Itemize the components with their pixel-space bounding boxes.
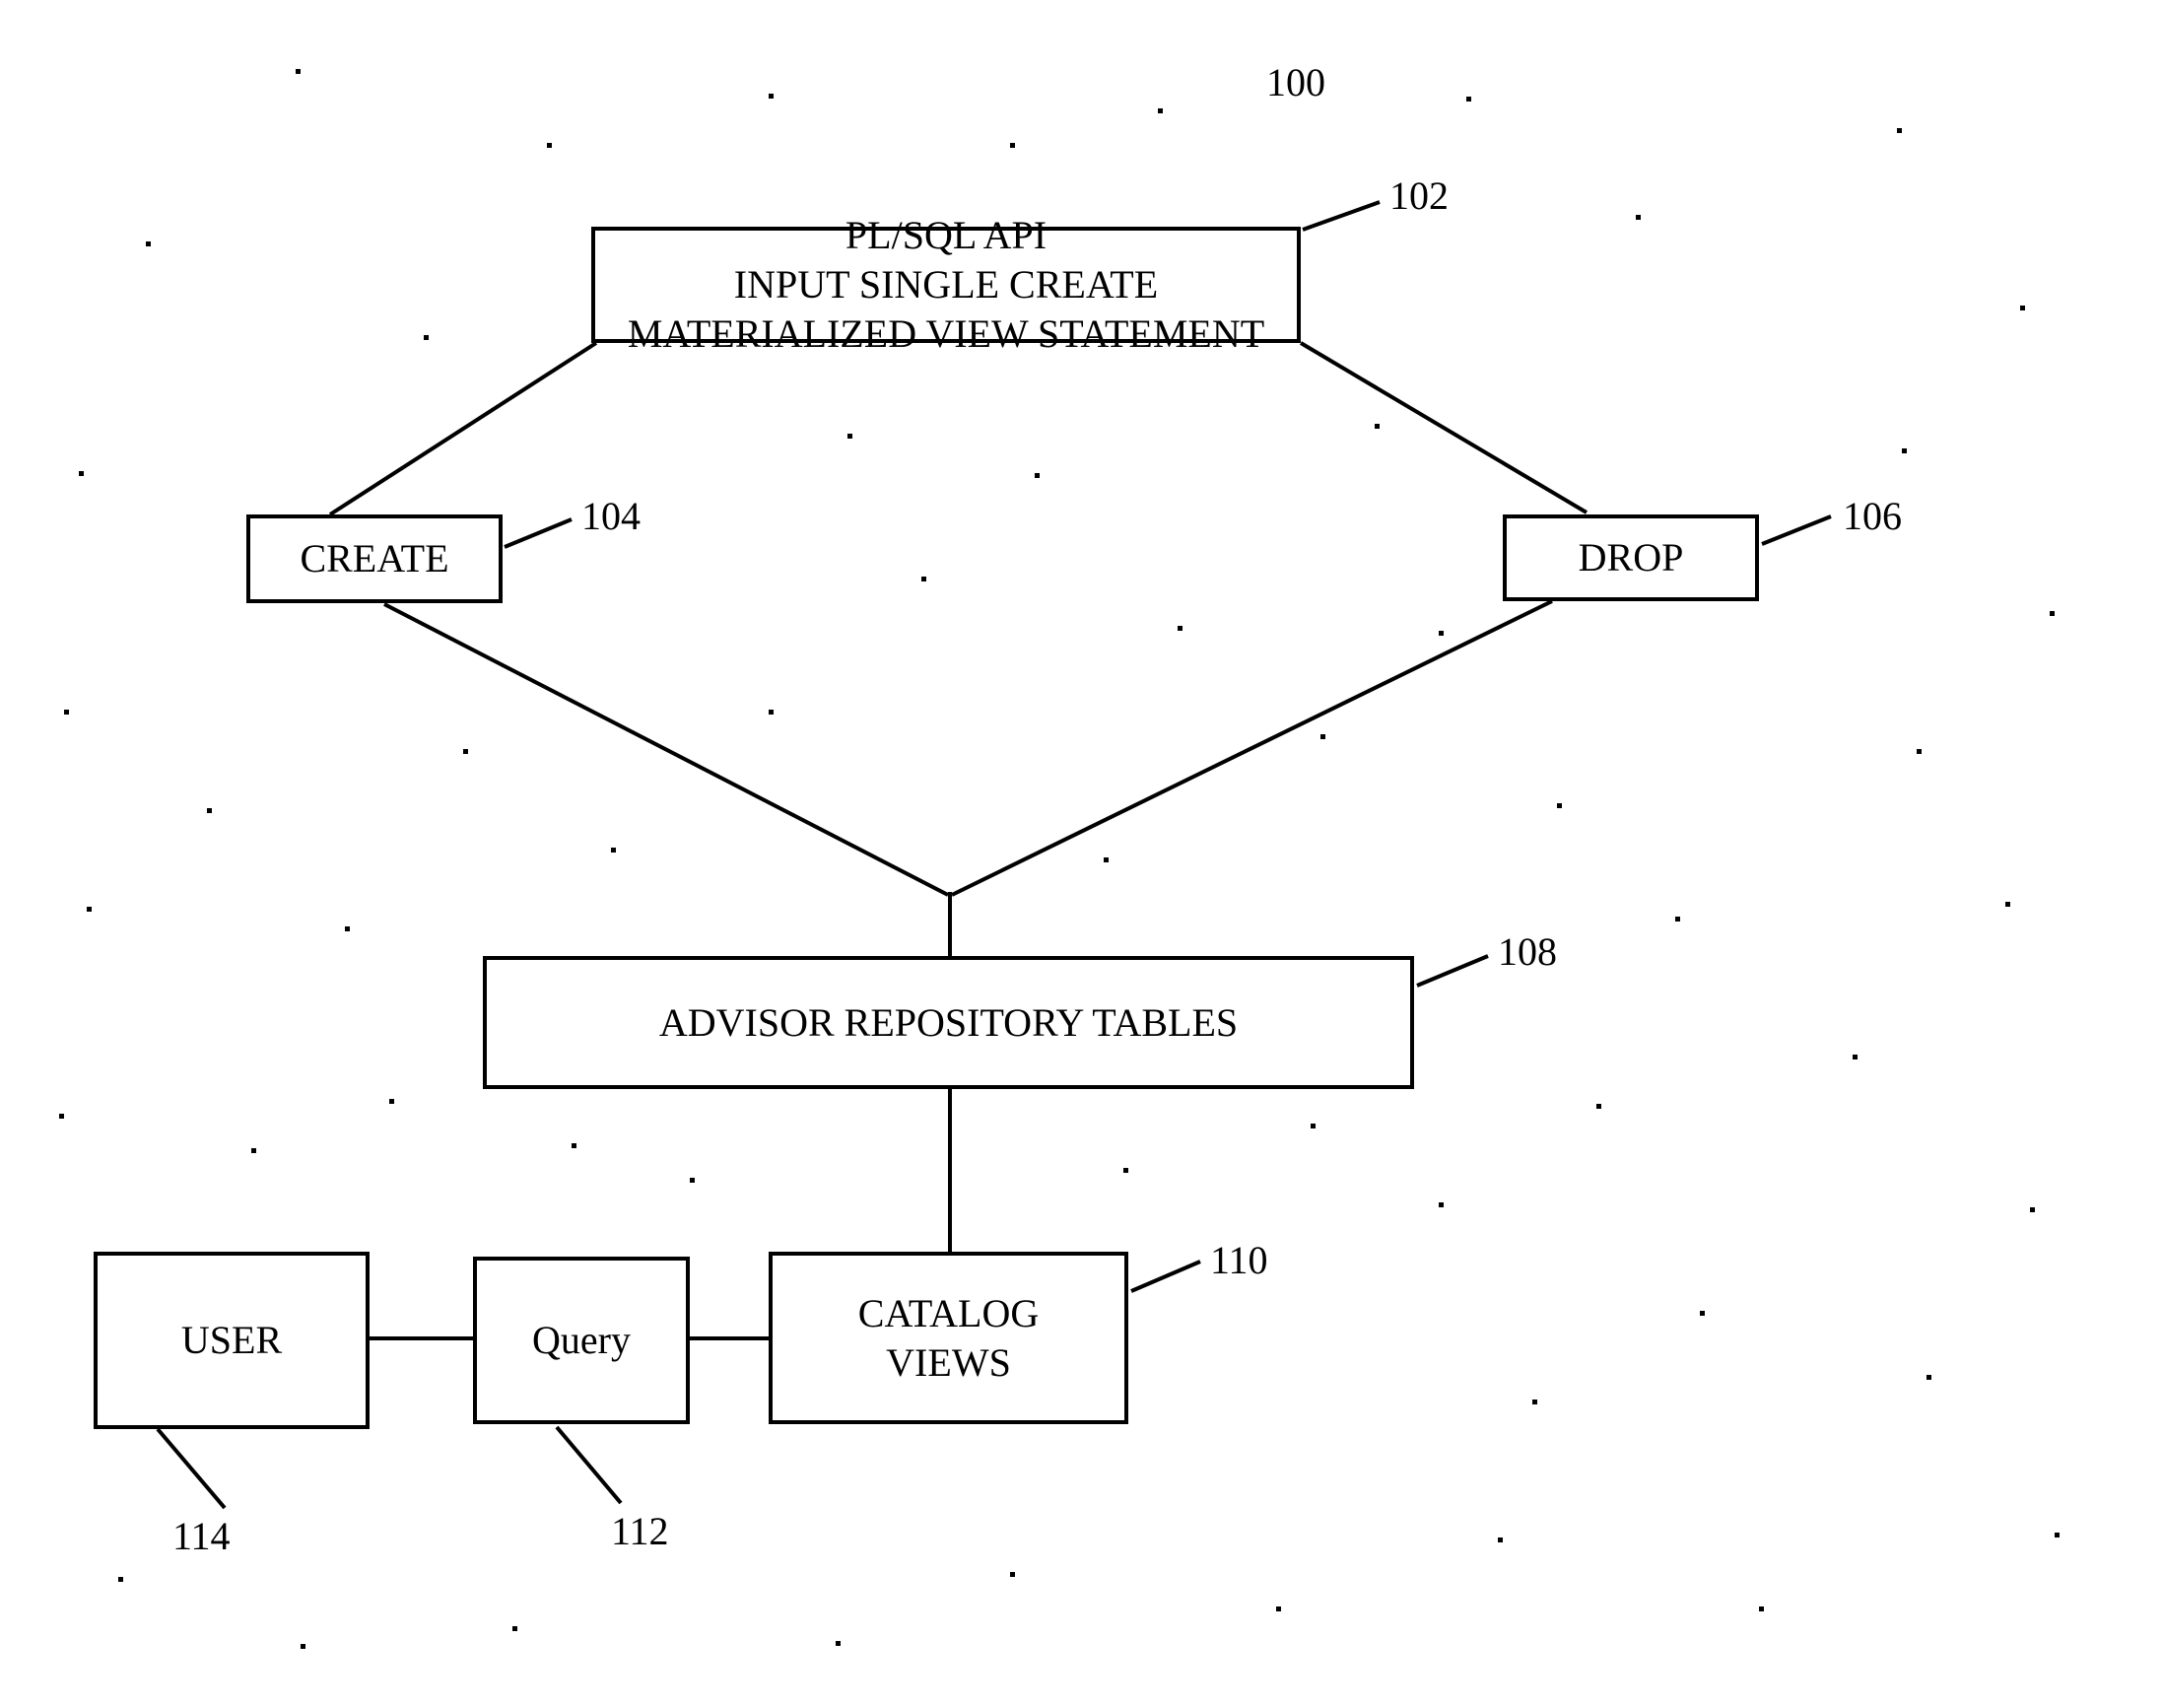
ref-100: 100 <box>1266 59 1325 105</box>
catalog-line2: VIEWS <box>858 1338 1039 1388</box>
api-line1: PL/SQL API <box>628 211 1264 260</box>
advisor-label: ADVISOR REPOSITORY TABLES <box>659 998 1238 1048</box>
node-advisor: ADVISOR REPOSITORY TABLES <box>483 956 1414 1089</box>
create-label: CREATE <box>300 534 448 583</box>
user-label: USER <box>181 1316 282 1365</box>
ref-110: 110 <box>1210 1237 1268 1283</box>
api-line3: MATERIALIZED VIEW STATEMENT <box>628 309 1264 359</box>
node-catalog: CATALOG VIEWS <box>769 1252 1128 1424</box>
query-label: Query <box>532 1316 631 1365</box>
node-query: Query <box>473 1257 690 1424</box>
drop-label: DROP <box>1579 533 1684 582</box>
node-drop: DROP <box>1503 514 1759 601</box>
ref-114: 114 <box>172 1513 231 1559</box>
ref-112: 112 <box>611 1508 669 1554</box>
ref-102: 102 <box>1389 172 1449 219</box>
ref-108: 108 <box>1498 928 1557 975</box>
api-line2: INPUT SINGLE CREATE <box>628 260 1264 309</box>
ref-104: 104 <box>581 493 641 539</box>
node-create: CREATE <box>246 514 503 603</box>
catalog-line1: CATALOG <box>858 1289 1039 1338</box>
node-api: PL/SQL API INPUT SINGLE CREATE MATERIALI… <box>591 227 1301 343</box>
diagram-canvas: 100 PL/SQL API INPUT SINGLE CREATE MATER… <box>0 0 2163 1708</box>
node-user: USER <box>94 1252 370 1429</box>
ref-106: 106 <box>1843 493 1902 539</box>
